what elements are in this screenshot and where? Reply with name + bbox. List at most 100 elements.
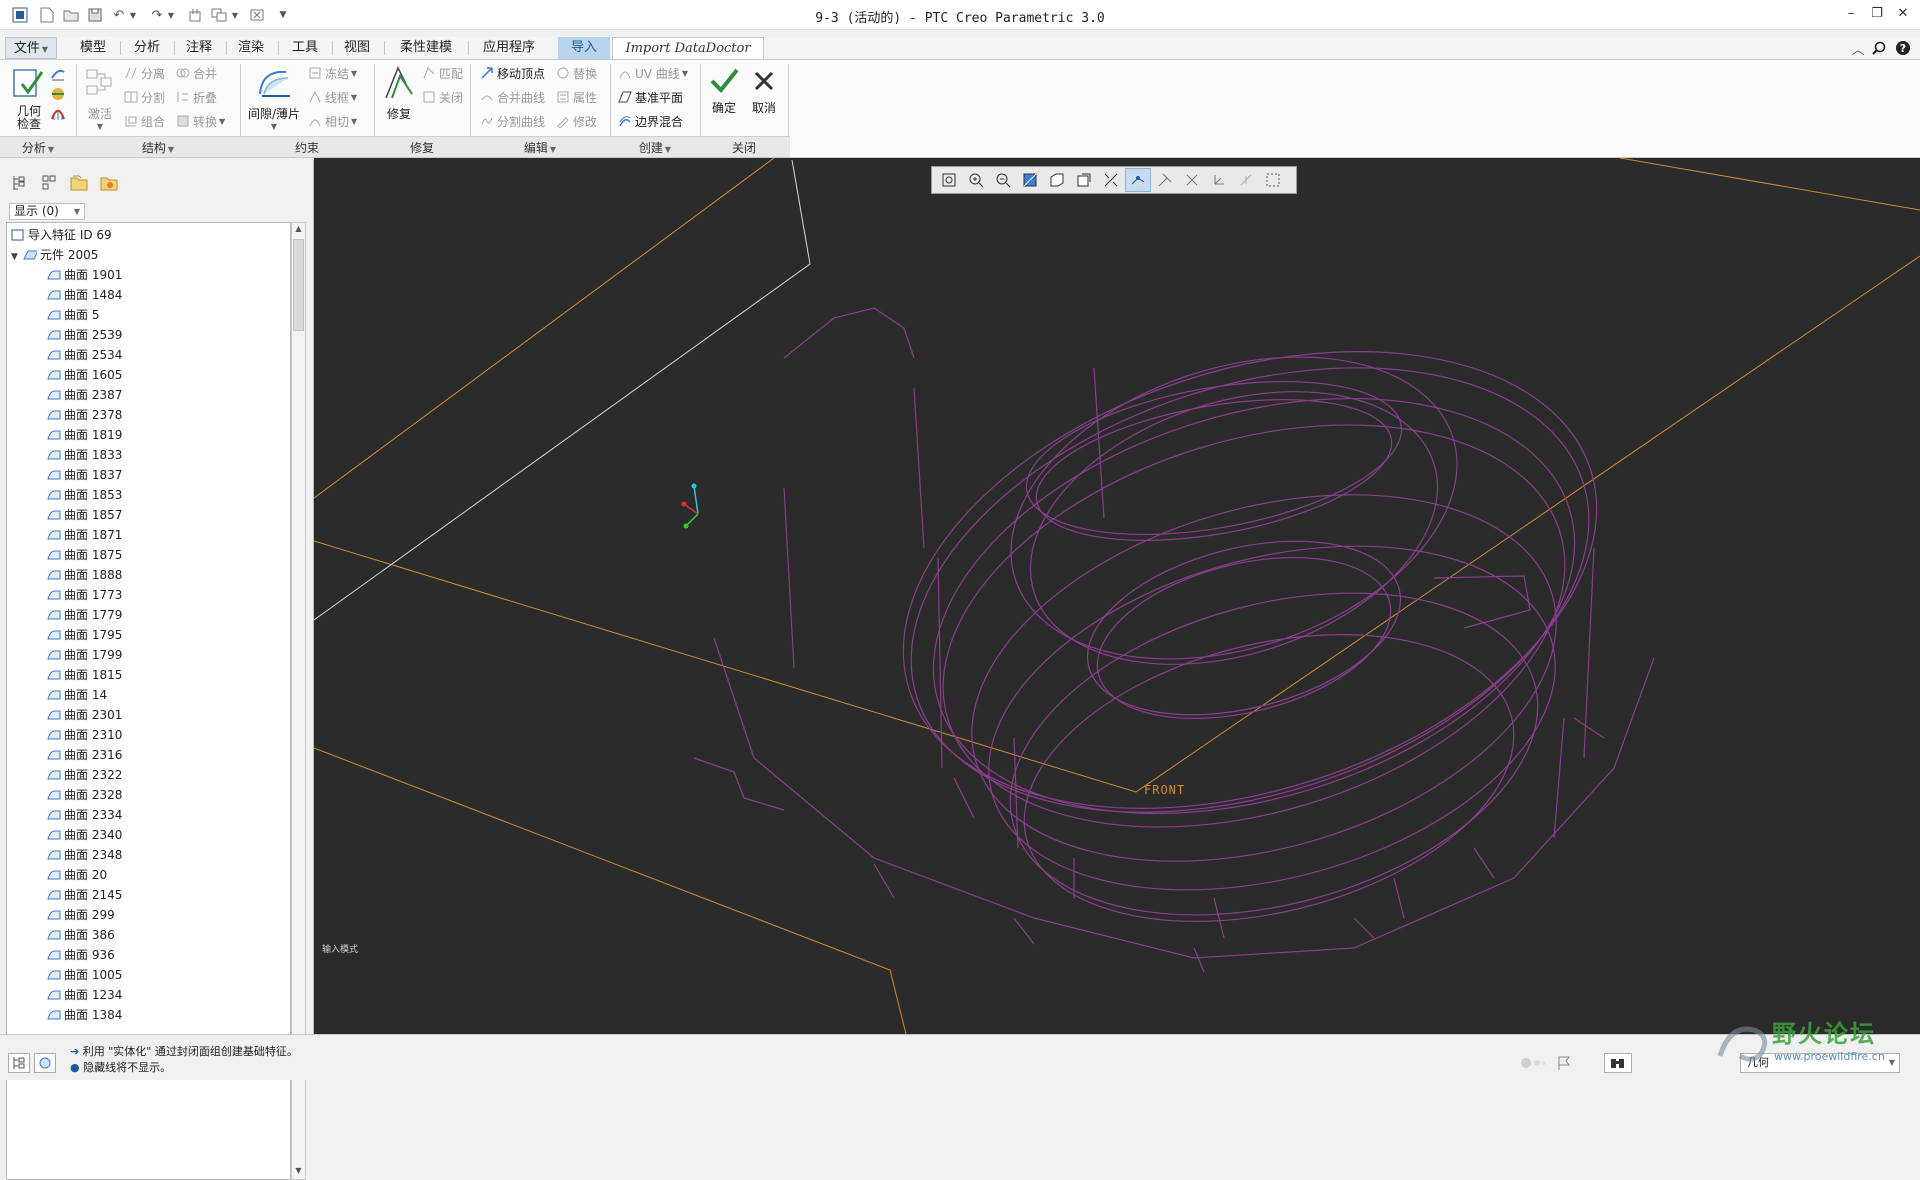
uv-curve-button[interactable]: UV 曲线 ▼ (618, 64, 688, 82)
tree-item-surface[interactable]: 曲面 2322 (47, 765, 122, 785)
refit-icon[interactable] (936, 168, 962, 192)
tree-item-surface[interactable]: 曲面 1875 (47, 545, 122, 565)
move-vertex-button[interactable]: 移动顶点 (480, 64, 545, 82)
tree-item-surface[interactable]: 曲面 1871 (47, 525, 122, 545)
tree-item-surface[interactable]: 曲面 1484 (47, 285, 122, 305)
convert-button[interactable]: 转换 ▼ (176, 112, 225, 130)
modify-button[interactable]: 修改 (556, 112, 597, 130)
group-analysis[interactable]: 分析 ▼ (0, 139, 76, 156)
close-icon[interactable]: ✕ (1892, 6, 1914, 24)
tab-model[interactable]: 模型 (70, 37, 116, 59)
view-manager-icon[interactable] (1098, 168, 1124, 192)
tab-render[interactable]: 渲染 (228, 37, 274, 59)
tab-file[interactable]: 文件 ▼ (5, 37, 57, 59)
minimize-icon[interactable]: – (1840, 6, 1862, 24)
cancel-button[interactable]: 取消 (746, 66, 782, 116)
folder-browser-icon[interactable] (68, 172, 90, 194)
tree-item-surface[interactable]: 曲面 1795 (47, 625, 122, 645)
tangent-button[interactable]: 相切 ▼ (308, 112, 357, 130)
tree-item-surface[interactable]: 曲面 2316 (47, 745, 122, 765)
merge-button[interactable]: 合并 (176, 64, 217, 82)
expand-triangle-icon[interactable]: ▼ (11, 247, 23, 267)
find-icon[interactable] (1604, 1053, 1632, 1073)
tree-item-surface[interactable]: 曲面 936 (47, 945, 115, 965)
separate-button[interactable]: 分离 (124, 64, 165, 82)
saved-orientations-icon[interactable] (1071, 168, 1097, 192)
tree-item-part[interactable]: ▼ 元件 2005 (11, 245, 98, 265)
split-button[interactable]: 分割 (124, 88, 165, 106)
merge-curve-button[interactable]: 合并曲线 (480, 88, 545, 106)
tree-item-surface[interactable]: 曲面 2378 (47, 405, 122, 425)
csys-display-icon[interactable] (1206, 168, 1232, 192)
wireframe-button[interactable]: 线框 ▼ (308, 88, 357, 106)
tree-item-surface[interactable]: 曲面 1853 (47, 485, 122, 505)
favorites-icon[interactable] (98, 172, 120, 194)
minimize-ribbon-icon[interactable]: ︿ (1850, 39, 1866, 58)
shading-icon[interactable] (50, 66, 68, 86)
tree-item-surface[interactable]: 曲面 1857 (47, 505, 122, 525)
property-button[interactable]: 属性 (556, 88, 597, 106)
datum-plane-button[interactable]: 基准平面 (618, 88, 683, 106)
search-icon[interactable] (1870, 39, 1888, 57)
reflection-icon[interactable] (50, 86, 68, 106)
tree-item-surface[interactable]: 曲面 1815 (47, 665, 122, 685)
ok-button[interactable]: 确定 (706, 66, 742, 116)
point-display-icon[interactable] (1233, 168, 1259, 192)
tree-item-surface[interactable]: 曲面 5 (47, 305, 99, 325)
tree-item-import-feature[interactable]: 导入特征 ID 69 (11, 225, 112, 245)
tab-annotate[interactable]: 注释 (176, 37, 222, 59)
tab-view[interactable]: 视图 (334, 37, 380, 59)
tree-item-surface[interactable]: 曲面 386 (47, 925, 115, 945)
freeze-button[interactable]: 冻结 ▼ (308, 64, 357, 82)
show-dropdown[interactable]: 显示 (0) ▼ (9, 203, 85, 220)
tab-import-datadoctor[interactable]: Import DataDoctor (612, 37, 764, 59)
toggle-navigator-icon[interactable] (8, 1053, 30, 1073)
datum-display-filters-icon[interactable] (1125, 168, 1151, 192)
gap-patch-button[interactable]: 间隙/薄片 ▼ (246, 64, 302, 131)
tree-item-surface[interactable]: 曲面 1605 (47, 365, 122, 385)
tree-item-surface[interactable]: 曲面 1819 (47, 425, 122, 445)
tree-item-surface[interactable]: 曲面 1005 (47, 965, 122, 985)
tree-item-surface[interactable]: 曲面 1833 (47, 445, 122, 465)
split-curve-button[interactable]: 分割曲线 (480, 112, 545, 130)
tree-item-surface[interactable]: 曲面 1888 (47, 565, 122, 585)
match-button[interactable]: 匹配 (422, 64, 463, 82)
zoom-out-icon[interactable] (990, 168, 1016, 192)
tree-item-surface[interactable]: 曲面 1773 (47, 585, 122, 605)
scroll-up-icon[interactable]: ▲ (294, 224, 303, 236)
tree-item-surface[interactable]: 曲面 2328 (47, 785, 122, 805)
tree-item-surface[interactable]: 曲面 1779 (47, 605, 122, 625)
combine-button[interactable]: 组合 (124, 112, 165, 130)
tree-item-surface[interactable]: 曲面 1234 (47, 985, 122, 1005)
activate-button[interactable]: 激活 ▼ (80, 66, 120, 131)
annotation-display-icon[interactable] (1152, 168, 1178, 192)
display-style-icon[interactable] (1044, 168, 1070, 192)
tab-import[interactable]: 导入 (558, 37, 610, 59)
repair-button[interactable]: 修复 (380, 64, 418, 122)
spin-center-icon[interactable] (1179, 168, 1205, 192)
tree-item-surface[interactable]: 曲面 2145 (47, 885, 122, 905)
group-edit[interactable]: 编辑 ▼ (470, 139, 610, 156)
flag-icon[interactable] (1556, 1055, 1574, 1071)
tree-item-surface[interactable]: 曲面 2340 (47, 825, 122, 845)
tree-item-surface[interactable]: 曲面 1799 (47, 645, 122, 665)
tree-item-surface[interactable]: 曲面 2387 (47, 385, 122, 405)
restore-icon[interactable]: ❐ (1866, 6, 1888, 24)
tree-item-surface[interactable]: 曲面 299 (47, 905, 115, 925)
layer-tree-tab-icon[interactable] (38, 172, 60, 194)
help-icon[interactable]: ? (1894, 39, 1912, 57)
zoom-in-icon[interactable] (963, 168, 989, 192)
tree-item-surface[interactable]: 曲面 2539 (47, 325, 122, 345)
tree-item-surface[interactable]: 曲面 2334 (47, 805, 122, 825)
model-tree-tab-icon[interactable] (8, 172, 30, 194)
tree-item-surface[interactable]: 曲面 1837 (47, 465, 122, 485)
tab-flexible-modeling[interactable]: 柔性建模 (388, 37, 464, 59)
boundary-blend-button[interactable]: 边界混合 (618, 112, 683, 130)
geometry-check-button[interactable]: 几何 检查 (10, 66, 48, 131)
tree-item-surface[interactable]: 曲面 2348 (47, 845, 122, 865)
scroll-thumb[interactable] (293, 239, 304, 331)
tab-applications[interactable]: 应用程序 (472, 37, 546, 59)
tree-item-surface[interactable]: 曲面 2534 (47, 345, 122, 365)
tree-item-surface[interactable]: 曲面 2301 (47, 705, 122, 725)
tab-tools[interactable]: 工具 (282, 37, 328, 59)
